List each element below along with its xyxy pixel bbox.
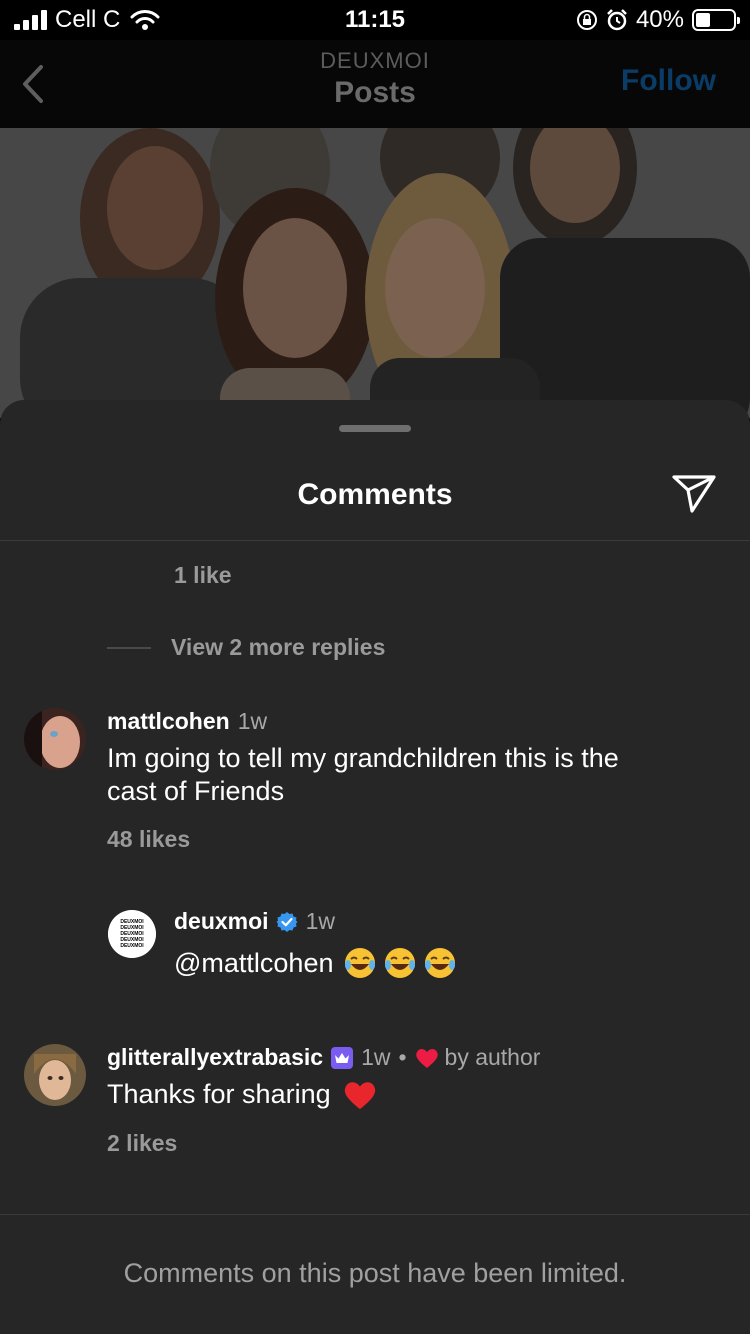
tears-of-joy-emoji-icon bbox=[385, 948, 416, 978]
reply-header: deuxmoi 1w bbox=[174, 908, 335, 935]
comment-timestamp: 1w bbox=[237, 708, 268, 734]
previous-reply-likes[interactable]: 1 like bbox=[174, 562, 232, 589]
deuxmoi-logo-avatar: DEUXMOI DEUXMOI DEUXMOI DEUXMOI DEUXMOI bbox=[108, 910, 156, 958]
share-send-icon[interactable] bbox=[670, 472, 718, 516]
battery-icon bbox=[692, 9, 740, 31]
reply-username[interactable]: deuxmoi bbox=[174, 908, 269, 935]
red-heart-emoji-icon bbox=[344, 1081, 375, 1109]
wifi-icon bbox=[130, 10, 160, 30]
comment-timestamp: 1w bbox=[361, 1044, 391, 1070]
comment-username[interactable]: mattlcohen bbox=[107, 708, 230, 735]
crown-badge-icon bbox=[331, 1046, 354, 1069]
footer-divider bbox=[0, 1214, 750, 1215]
alarm-icon bbox=[607, 9, 627, 31]
svg-text:DEUXMOI: DEUXMOI bbox=[120, 943, 144, 949]
reply-text-row: @mattlcohen bbox=[174, 946, 457, 980]
reply-mention-link[interactable]: @mattlcohen bbox=[174, 947, 333, 980]
orientation-lock-icon bbox=[576, 10, 597, 30]
view-more-replies-button[interactable]: View 2 more replies bbox=[107, 634, 385, 661]
tears-of-joy-emoji-icon bbox=[345, 948, 376, 978]
liked-by-author-label: by author bbox=[444, 1044, 541, 1070]
sheet-grabber-handle[interactable] bbox=[339, 425, 411, 432]
reply-timestamp: 1w bbox=[305, 908, 335, 934]
post-photo-people bbox=[0, 128, 750, 418]
top-nav-bar: DEUXMOI Posts Follow bbox=[0, 40, 750, 128]
comment-text-row: Thanks for sharing bbox=[107, 1078, 377, 1111]
sheet-divider bbox=[0, 540, 750, 541]
comments-sheet: Comments 1 like View 2 more replies matt… bbox=[0, 400, 750, 1334]
avatar[interactable]: DEUXMOI DEUXMOI DEUXMOI DEUXMOI DEUXMOI bbox=[108, 910, 156, 958]
comment-text: Thanks for sharing bbox=[107, 1079, 331, 1109]
signal-icon bbox=[14, 10, 47, 30]
avatar[interactable] bbox=[24, 1044, 86, 1106]
carrier-name: Cell C bbox=[55, 6, 121, 33]
separator-dot: • bbox=[398, 1044, 407, 1070]
comment-header: mattlcohen 1w bbox=[107, 708, 267, 735]
comments-limited-notice: Comments on this post have been limited. bbox=[123, 1258, 627, 1288]
follow-button[interactable]: Follow bbox=[621, 64, 716, 98]
view-replies-label: View 2 more replies bbox=[171, 634, 386, 660]
post-image bbox=[0, 128, 750, 418]
battery-percent: 40% bbox=[635, 6, 684, 33]
avatar[interactable] bbox=[24, 708, 86, 770]
comment-likes[interactable]: 2 likes bbox=[107, 1130, 177, 1157]
comment-header: glitterallyextrabasic 1w • by author bbox=[107, 1044, 540, 1071]
status-bar: Cell C 11:15 40% bbox=[0, 0, 750, 40]
replies-divider-line bbox=[107, 646, 151, 649]
sheet-title: Comments bbox=[297, 478, 453, 511]
verified-badge-icon bbox=[276, 911, 298, 933]
tears-of-joy-emoji-icon bbox=[425, 948, 456, 978]
comment-username[interactable]: glitterallyextrabasic bbox=[107, 1044, 323, 1071]
heart-icon bbox=[415, 1047, 439, 1069]
comment-text: Im going to tell my grandchildren this i… bbox=[107, 743, 619, 806]
comment-likes[interactable]: 48 likes bbox=[107, 826, 190, 853]
